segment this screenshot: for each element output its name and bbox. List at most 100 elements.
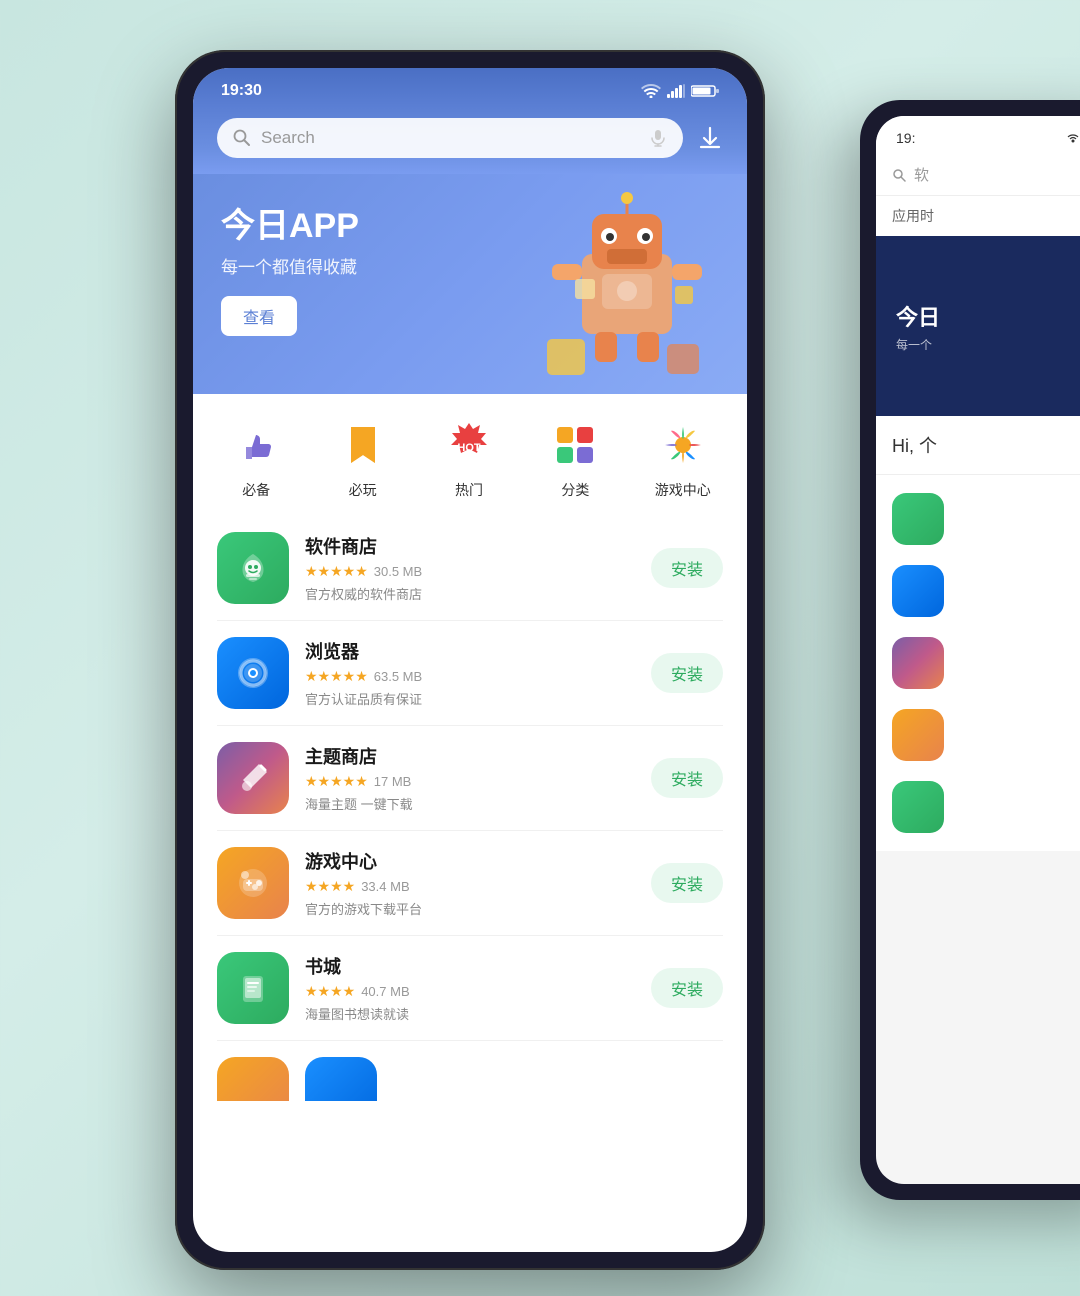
app-item-book[interactable]: 书城 ★★★★ 40.7 MB 海量图书想读就读 安装	[217, 936, 723, 1041]
right-search-icon	[892, 168, 906, 182]
wifi-icon	[641, 84, 661, 98]
right-banner: 今日 每一个	[876, 236, 1080, 416]
signal-icon	[667, 84, 685, 98]
download-icon[interactable]	[697, 125, 723, 151]
app-item-browser[interactable]: 浏览器 ★★★★★ 63.5 MB 官方认证品质有保证 安装	[217, 621, 723, 726]
install-btn-game[interactable]: 安装	[651, 863, 723, 903]
install-btn-browser[interactable]: 安装	[651, 653, 723, 693]
app-rating-browser: ★★★★★ 63.5 MB	[305, 668, 635, 685]
svg-text:HOT: HOT	[457, 442, 481, 454]
partial-icon-1	[217, 1057, 289, 1101]
app-info-book: 书城 ★★★★ 40.7 MB 海量图书想读就读	[305, 953, 635, 1023]
category-play[interactable]: 必玩	[336, 418, 390, 500]
install-btn-book[interactable]: 安装	[651, 968, 723, 1008]
app-icon-game	[217, 847, 289, 919]
stars-software: ★★★★★	[305, 563, 368, 580]
search-area: Search	[193, 108, 747, 174]
status-icons	[641, 84, 719, 98]
right-status-icons	[1066, 133, 1080, 143]
right-status-bar: 19:	[876, 116, 1080, 154]
category-games[interactable]: 游戏中心	[655, 418, 711, 500]
app-item-theme[interactable]: 主题商店 ★★★★★ 17 MB 海量主题 一键下载 安装	[217, 726, 723, 831]
hot-icon: HOT	[442, 418, 496, 472]
right-wifi-icon	[1066, 133, 1080, 143]
right-search-placeholder: 软	[914, 164, 929, 185]
stars-game: ★★★★	[305, 878, 355, 895]
stars-book: ★★★★	[305, 983, 355, 1000]
search-placeholder: Search	[261, 128, 639, 148]
app-rating-game: ★★★★ 33.4 MB	[305, 878, 635, 895]
right-app-icon-1	[892, 493, 944, 545]
app-name-theme: 主题商店	[305, 743, 635, 769]
app-list: 软件商店 ★★★★★ 30.5 MB 官方权威的软件商店 安装	[193, 516, 747, 1041]
stars-browser: ★★★★★	[305, 668, 368, 685]
right-app-item-5[interactable]	[876, 771, 1080, 843]
install-btn-theme[interactable]: 安装	[651, 758, 723, 798]
right-app-icon-5	[892, 781, 944, 833]
phone-screen-secondary: 19:	[876, 116, 1080, 1184]
app-desc-game: 官方的游戏下载平台	[305, 899, 635, 918]
right-app-icon-3	[892, 637, 944, 689]
app-info-theme: 主题商店 ★★★★★ 17 MB 海量主题 一键下载	[305, 743, 635, 813]
banner: 今日APP 每一个都值得收藏 查看	[193, 174, 747, 394]
app-icon-browser	[217, 637, 289, 709]
search-bar[interactable]: Search	[217, 118, 683, 158]
app-desc-software: 官方权威的软件商店	[305, 584, 635, 603]
app-size-browser: 63.5 MB	[374, 669, 422, 684]
mic-icon[interactable]	[649, 129, 667, 147]
app-item-software[interactable]: 软件商店 ★★★★★ 30.5 MB 官方权威的软件商店 安装	[217, 516, 723, 621]
install-btn-software[interactable]: 安装	[651, 548, 723, 588]
robot-illustration	[527, 184, 727, 394]
category-hot-label: 热门	[455, 480, 483, 500]
app-size-game: 33.4 MB	[361, 879, 409, 894]
right-app-icon-2	[892, 565, 944, 617]
partial-icon-2	[305, 1057, 377, 1101]
status-bar: 19:30	[193, 68, 747, 108]
app-desc-browser: 官方认证品质有保证	[305, 689, 635, 708]
app-name-software: 软件商店	[305, 533, 635, 559]
app-icon-software	[217, 532, 289, 604]
right-app-item-3[interactable]	[876, 627, 1080, 699]
right-app-list	[876, 475, 1080, 851]
app-size-book: 40.7 MB	[361, 984, 409, 999]
app-info-browser: 浏览器 ★★★★★ 63.5 MB 官方认证品质有保证	[305, 638, 635, 708]
right-app-item-1[interactable]	[876, 483, 1080, 555]
status-time: 19:30	[221, 82, 262, 100]
right-app-icon-4	[892, 709, 944, 761]
right-app-item-4[interactable]	[876, 699, 1080, 771]
app-desc-book: 海量图书想读就读	[305, 1004, 635, 1023]
bottom-partial-row	[193, 1041, 747, 1101]
app-name-book: 书城	[305, 953, 635, 979]
play-icon	[336, 418, 390, 472]
essential-icon	[229, 418, 283, 472]
category-essential[interactable]: 必备	[229, 418, 283, 500]
right-banner-subtitle: 每一个	[896, 336, 1080, 353]
phone-screen-main: 19:30	[193, 68, 747, 1252]
right-search-bar[interactable]: 软	[876, 154, 1080, 196]
app-info-software: 软件商店 ★★★★★ 30.5 MB 官方权威的软件商店	[305, 533, 635, 603]
battery-icon	[691, 84, 719, 98]
app-icon-book	[217, 952, 289, 1024]
category-games-label: 游戏中心	[655, 480, 711, 500]
right-section-label: 应用时	[876, 196, 1080, 236]
right-greeting: Hi, 个	[876, 416, 1080, 475]
categories-section: 必备 必玩 HOT 热	[193, 394, 747, 516]
search-icon	[233, 129, 251, 147]
right-banner-title: 今日	[896, 300, 1080, 332]
app-item-game[interactable]: 游戏中心 ★★★★ 33.4 MB 官方的游戏下载平台 安装	[217, 831, 723, 936]
app-rating-theme: ★★★★★ 17 MB	[305, 773, 635, 790]
right-status-time: 19:	[896, 130, 915, 146]
app-size-theme: 17 MB	[374, 774, 412, 789]
category-play-label: 必玩	[349, 480, 377, 500]
app-info-game: 游戏中心 ★★★★ 33.4 MB 官方的游戏下载平台	[305, 848, 635, 918]
app-rating-book: ★★★★ 40.7 MB	[305, 983, 635, 1000]
right-app-item-2[interactable]	[876, 555, 1080, 627]
category-hot[interactable]: HOT 热门	[442, 418, 496, 500]
app-name-game: 游戏中心	[305, 848, 635, 874]
app-name-browser: 浏览器	[305, 638, 635, 664]
category-grid-label: 分类	[561, 480, 589, 500]
app-rating-software: ★★★★★ 30.5 MB	[305, 563, 635, 580]
phone-secondary: 19:	[860, 100, 1080, 1200]
category-grid[interactable]: 分类	[548, 418, 602, 500]
banner-view-button[interactable]: 查看	[221, 296, 297, 336]
